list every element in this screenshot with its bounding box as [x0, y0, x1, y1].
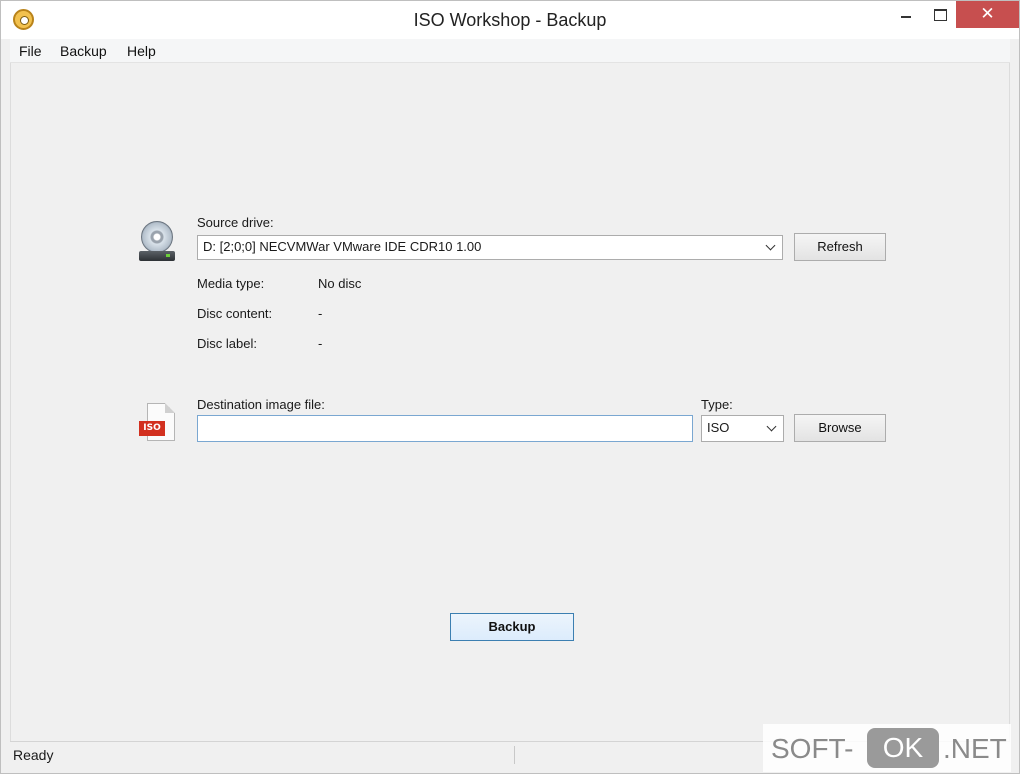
- refresh-button[interactable]: Refresh: [794, 233, 886, 261]
- chevron-down-icon: [764, 240, 778, 254]
- chevron-down-icon: [765, 421, 779, 435]
- backup-button[interactable]: Backup: [450, 613, 574, 641]
- menu-bar: File Backup Help: [10, 39, 1010, 63]
- menu-backup[interactable]: Backup: [60, 43, 107, 59]
- client-area: Source drive: D: [2;0;0] NECVMWar VMware…: [10, 63, 1010, 741]
- disc-label-label: Disc label:: [197, 336, 257, 351]
- source-drive-value: D: [2;0;0] NECVMWar VMware IDE CDR10 1.0…: [203, 239, 482, 254]
- browse-button[interactable]: Browse: [794, 414, 886, 442]
- watermark-left: SOFT-: [771, 733, 854, 764]
- close-button[interactable]: ✕: [956, 1, 1019, 28]
- disc-content-label: Disc content:: [197, 306, 273, 321]
- status-text: Ready: [13, 747, 54, 763]
- type-label: Type:: [701, 397, 733, 412]
- status-divider: [514, 746, 515, 764]
- watermark-right: .NET: [943, 733, 1007, 764]
- media-type-value: No disc: [318, 276, 362, 291]
- menu-help[interactable]: Help: [127, 43, 156, 59]
- image-type-select[interactable]: ISO: [701, 415, 784, 442]
- watermark-box: OK: [867, 728, 939, 768]
- source-drive-select[interactable]: D: [2;0;0] NECVMWar VMware IDE CDR10 1.0…: [197, 235, 783, 260]
- minimize-button[interactable]: [889, 1, 921, 28]
- source-drive-label: Source drive:: [197, 215, 274, 230]
- menu-file[interactable]: File: [19, 43, 42, 59]
- iso-file-icon: ISO: [139, 403, 177, 443]
- iso-tag: ISO: [139, 421, 165, 436]
- destination-label: Destination image file:: [197, 397, 325, 412]
- disc-content-value: -: [318, 306, 323, 321]
- title-bar[interactable]: ISO Workshop - Backup ✕: [1, 1, 1019, 39]
- media-type-label: Media type:: [197, 276, 265, 291]
- image-type-value: ISO: [707, 420, 730, 435]
- optical-drive-icon: [139, 221, 175, 263]
- window-title: ISO Workshop - Backup: [413, 10, 607, 30]
- maximize-button[interactable]: [923, 1, 955, 28]
- disc-label-value: -: [318, 336, 323, 351]
- watermark-logo: SOFT- OK .NET: [763, 724, 1011, 772]
- application-window: ISO Workshop - Backup ✕ File Backup Help…: [0, 0, 1020, 774]
- destination-file-input[interactable]: [197, 415, 693, 442]
